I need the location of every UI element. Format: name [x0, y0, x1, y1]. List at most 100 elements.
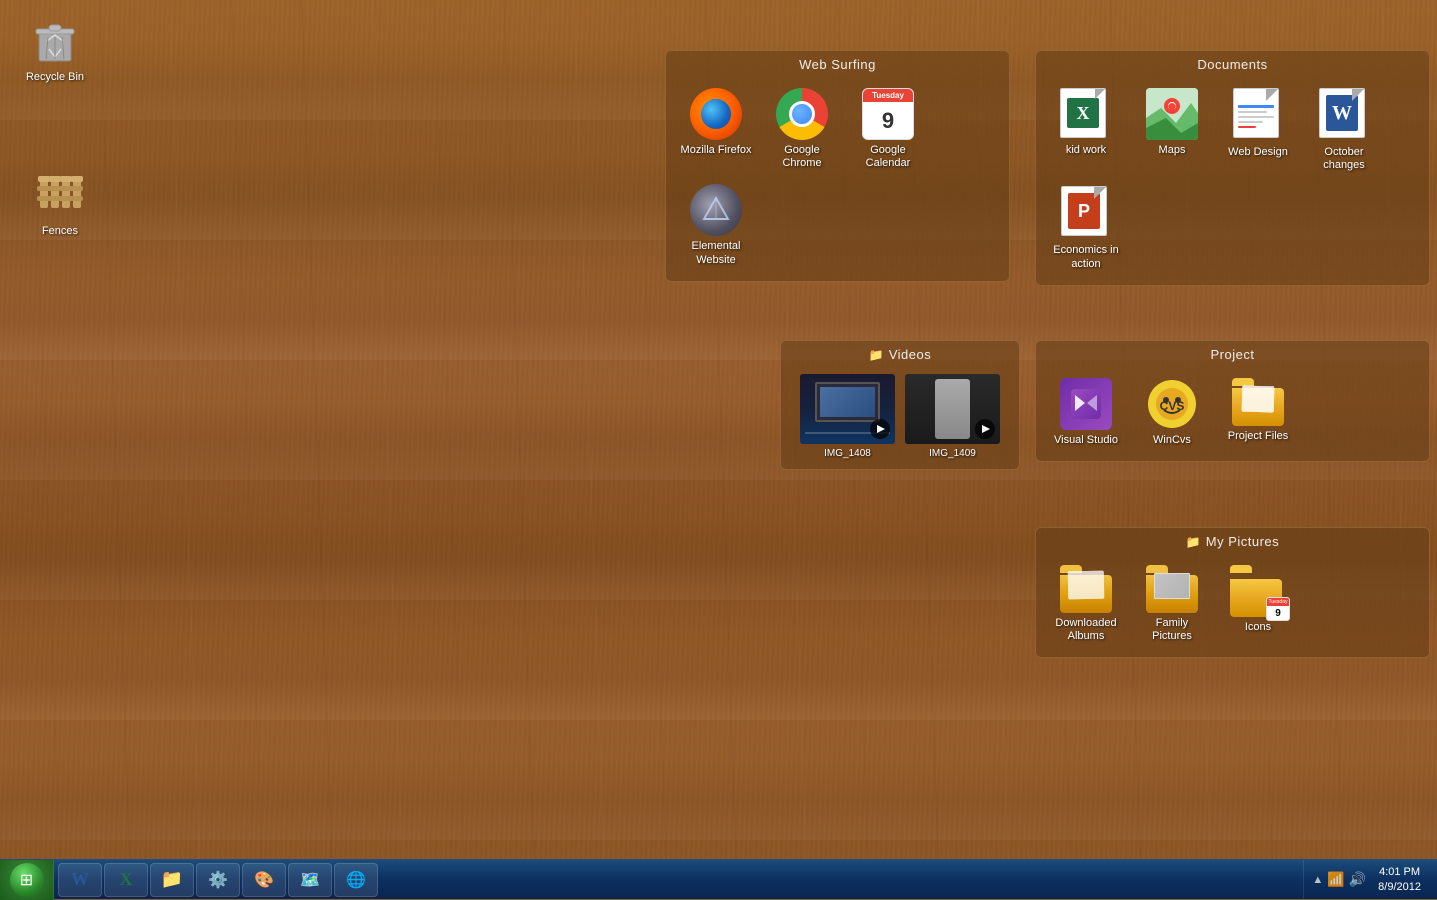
documents-title-row: Documents [1036, 51, 1429, 76]
taskbar: ⊞ W X 📁 ⚙️ 🎨 [0, 859, 1437, 899]
play-triangle-1409 [982, 425, 990, 433]
gcal-label: Google Calendar [852, 144, 924, 170]
monitor1-screen [820, 387, 875, 417]
taskbar-paint[interactable]: 🎨 [242, 863, 286, 897]
project-title: Project [1211, 347, 1255, 362]
monitor1 [815, 382, 880, 422]
taskbar-cp-icon: ⚙️ [208, 870, 228, 890]
taskbar-tray: ▲ 📶 🔊 4:01 PM 8/9/2012 [1303, 860, 1437, 899]
play-overlay-1409 [975, 419, 995, 439]
documents-content: X kid work Maps [1036, 76, 1429, 285]
videos-content: IMG_1408 IMG_1409 [781, 366, 1019, 469]
taskbar-files[interactable]: 📁 [150, 863, 194, 897]
start-button[interactable]: ⊞ [0, 860, 54, 900]
taskbar-control-panel[interactable]: ⚙️ [196, 863, 240, 897]
downloaded-albums-item[interactable]: Downloaded Albums [1046, 561, 1126, 647]
icons-folder-icon: Tuesday 9 [1230, 565, 1286, 617]
gcal-day-number: 9 [863, 102, 913, 139]
video-img1408[interactable]: IMG_1408 [800, 374, 895, 459]
taskbar-maps[interactable]: 🗺️ [288, 863, 332, 897]
elemental-icon-img [690, 184, 742, 236]
wincvs-label: WinCvs [1153, 434, 1191, 447]
project-fence: Project Visual Studio C [1035, 340, 1430, 462]
webdesign-label: Web Design [1228, 146, 1288, 159]
tray-expand-arrow[interactable]: ▲ [1312, 874, 1323, 886]
vs-detail [1071, 389, 1101, 419]
cal-ov-num: 9 [1267, 606, 1289, 620]
vs-icon-item[interactable]: Visual Studio [1046, 374, 1126, 451]
kidwork-icon-item[interactable]: X kid work [1046, 84, 1126, 176]
chrome-label: Google Chrome [766, 144, 838, 170]
maps-icon-img [1146, 88, 1198, 140]
wincvs-icon-item[interactable]: CVS WinCvs [1132, 374, 1212, 451]
cal-ov-header: Tuesday [1267, 598, 1289, 606]
web-surfing-title-row: Web Surfing [666, 51, 1009, 76]
taskbar-excel[interactable]: X [104, 863, 148, 897]
web-surfing-fence: Web Surfing Mozilla Firefox Google Chrom… [665, 50, 1010, 282]
chrome-icon-item[interactable]: Google Chrome [762, 84, 842, 174]
play-triangle-1408 [877, 425, 885, 433]
mypictures-fence: 📁 My Pictures Downloaded Albums [1035, 527, 1430, 658]
video-img1409[interactable]: IMG_1409 [905, 374, 1000, 459]
chrome-icon-img [776, 88, 828, 140]
october-label: October changes [1308, 146, 1380, 172]
projectfiles-label: Project Files [1228, 430, 1289, 443]
gcal-day-name: Tuesday [863, 89, 913, 102]
tray-volume-icon[interactable]: 🔊 [1349, 871, 1366, 888]
economics-icon-item[interactable]: P Economics in action [1046, 182, 1126, 274]
recycle-bin-svg [29, 15, 81, 67]
video-label-1409: IMG_1409 [929, 448, 976, 459]
wincvs-icon-img: CVS [1146, 378, 1198, 430]
downloaded-albums-icon [1060, 565, 1112, 613]
fp-photo [1154, 573, 1190, 599]
mypictures-content: Downloaded Albums Family Pictures [1036, 553, 1429, 657]
videos-folder-icon: 📁 [869, 348, 884, 362]
vs-label: Visual Studio [1054, 434, 1118, 447]
gcal-icon-item[interactable]: Tuesday 9 Google Calendar [848, 84, 928, 174]
vs-arrow-right [1087, 395, 1097, 411]
family-pictures-icon [1146, 565, 1198, 613]
firefox-label: Mozilla Firefox [681, 144, 752, 157]
taskbar-ie[interactable]: 🌐 [334, 863, 378, 897]
fences-icon-image [32, 165, 88, 221]
elemental-label: Elemental Website [680, 240, 752, 266]
taskbar-maps-icon: 🗺️ [300, 870, 320, 890]
fences-desktop-icon[interactable]: Fences [20, 165, 100, 238]
webdesign-icon-img [1233, 88, 1283, 142]
vs-icon-img [1060, 378, 1112, 430]
taskbar-word-icon: W [71, 869, 89, 890]
recycle-bin-icon[interactable]: Recycle Bin [15, 15, 95, 84]
clock[interactable]: 4:01 PM 8/9/2012 [1370, 865, 1429, 894]
vs-arrow-left [1075, 395, 1085, 411]
economics-icon-img: P [1061, 186, 1111, 240]
firefox-icon-item[interactable]: Mozilla Firefox [676, 84, 756, 174]
taskbar-word[interactable]: W [58, 863, 102, 897]
fp-folder-tab [1146, 565, 1168, 573]
taskbar-paint-icon: 🎨 [254, 870, 274, 890]
maps-label: Maps [1159, 144, 1186, 157]
documents-fence: Documents X kid work [1035, 50, 1430, 286]
firefox-icon-img [690, 88, 742, 140]
projectfiles-icon-img [1232, 378, 1284, 426]
webdesign-icon-item[interactable]: Web Design [1218, 84, 1298, 176]
taskbar-files-icon: 📁 [161, 869, 183, 890]
video-thumb-1409 [905, 374, 1000, 444]
project-title-row: Project [1036, 341, 1429, 366]
video-label-1408: IMG_1408 [824, 448, 871, 459]
maps-icon-item[interactable]: Maps [1132, 84, 1212, 176]
tower1 [935, 379, 970, 439]
taskbar-items: W X 📁 ⚙️ 🎨 🗺️ 🌐 [54, 860, 1303, 899]
economics-label: Economics in action [1050, 244, 1122, 270]
tray-network-icon[interactable]: 📶 [1327, 871, 1344, 888]
project-content: Visual Studio CVS WinCvs [1036, 366, 1429, 461]
october-icon-img: W [1319, 88, 1369, 142]
taskbar-excel-icon: X [120, 869, 133, 890]
web-surfing-content: Mozilla Firefox Google Chrome Tuesday 9 … [666, 76, 1009, 281]
projectfiles-icon-item[interactable]: Project Files [1218, 374, 1298, 451]
recycle-bin-label: Recycle Bin [26, 71, 84, 84]
icons-folder-item[interactable]: Tuesday 9 Icons [1218, 561, 1298, 647]
elemental-icon-item[interactable]: Elemental Website [676, 180, 756, 270]
october-icon-item[interactable]: W October changes [1304, 84, 1384, 176]
play-overlay-1408 [870, 419, 890, 439]
family-pictures-item[interactable]: Family Pictures [1132, 561, 1212, 647]
